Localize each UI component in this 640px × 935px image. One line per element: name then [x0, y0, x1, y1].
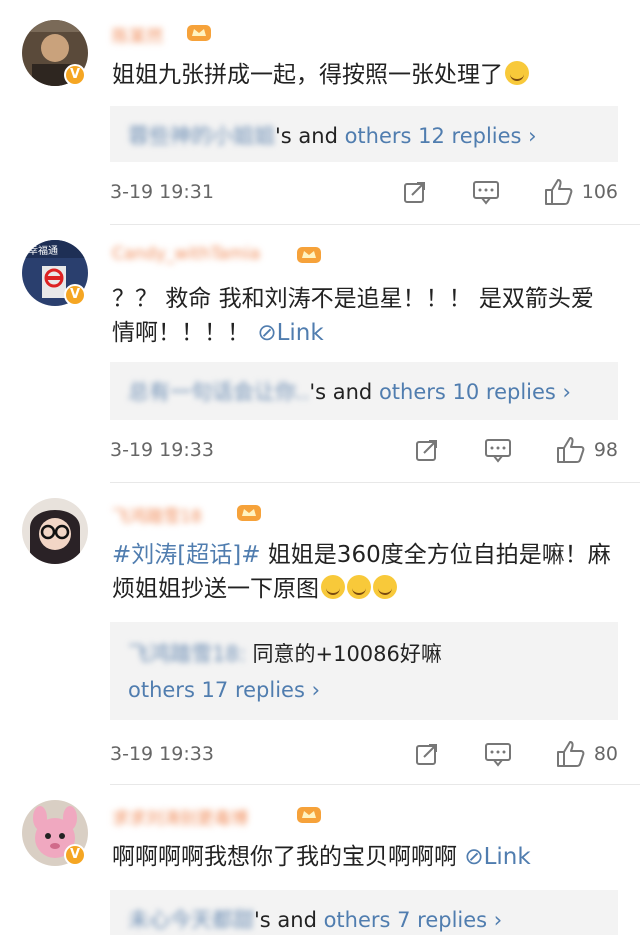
- username[interactable]: 飞鸿踏雪18: [112, 502, 202, 527]
- more-replies-link[interactable]: others 10 replies ›: [379, 380, 571, 404]
- reply-preview[interactable]: 飞鸿踏雪18: 同意的+10086好嘛 others 17 replies ›: [110, 622, 618, 720]
- repost-icon: [415, 744, 437, 765]
- timestamp: 3-19 19:33: [110, 743, 214, 765]
- link[interactable]: ⊘Link: [257, 320, 323, 346]
- reply-suffix: 's and: [309, 380, 379, 404]
- grinning-emoji-icon: [373, 575, 397, 599]
- thumbs-up-icon: [556, 741, 585, 767]
- verified-badge-icon: V: [64, 64, 86, 86]
- like-button[interactable]: 98: [556, 436, 618, 464]
- comment-icon: [484, 439, 511, 463]
- like-count: 98: [593, 439, 618, 461]
- divider: [110, 224, 640, 225]
- crown-icon: [297, 247, 321, 263]
- comment-button[interactable]: [472, 179, 500, 205]
- comment-text: 啊啊啊啊我想你了我的宝贝啊啊啊 ⊘Link: [112, 840, 616, 874]
- more-replies-link[interactable]: others 12 replies ›: [345, 124, 537, 148]
- comment-text: ？？ 救命 我和刘涛不是追星！！！ 是双箭头爱情啊！！！！ ⊘Link: [112, 282, 616, 350]
- svg-text:幸福通: 幸福通: [28, 244, 58, 257]
- grinning-emoji-icon: [347, 575, 371, 599]
- like-button[interactable]: 106: [544, 178, 618, 206]
- action-bar: 80: [414, 740, 618, 768]
- reply-text: 同意的+10086好嘛: [252, 642, 442, 666]
- reply-username[interactable]: 飞鸿踏雪18:: [128, 642, 246, 666]
- timestamp: 3-19 19:31: [110, 181, 214, 203]
- grinning-emoji-icon: [321, 575, 345, 599]
- reply-line: 飞鸿踏雪18: 同意的+10086好嘛: [128, 636, 618, 672]
- reply-preview[interactable]: 未心今天都甜's and others 7 replies ›: [110, 890, 618, 935]
- reply-username[interactable]: 蓉些神的小姐姐: [128, 124, 275, 148]
- repost-button[interactable]: [402, 179, 428, 205]
- crown-icon: [297, 807, 321, 823]
- thumbs-up-icon: [544, 179, 573, 205]
- repost-button[interactable]: [414, 437, 440, 463]
- username[interactable]: 求求刘涛别更毒博: [112, 804, 248, 829]
- crown-icon: [237, 505, 261, 521]
- username[interactable]: Candy_withTamia: [112, 244, 260, 264]
- topic-hashtag-link[interactable]: #刘涛[超话]#: [112, 542, 261, 568]
- reply-suffix: 's and: [254, 908, 324, 932]
- verified-badge-icon: V: [64, 844, 86, 866]
- like-button[interactable]: 80: [556, 740, 618, 768]
- repost-icon: [415, 440, 437, 461]
- laughing-emoji-icon: [505, 61, 529, 85]
- like-count: 80: [593, 743, 618, 765]
- comment-text-content: 啊啊啊啊我想你了我的宝贝啊啊啊: [112, 844, 457, 870]
- avatar[interactable]: [22, 498, 88, 564]
- comment-text: #刘涛[超话]# 姐姐是360度全方位自拍是嘛！麻烦姐姐抄送一下原图: [112, 538, 616, 606]
- more-replies-link[interactable]: others 7 replies ›: [324, 908, 503, 932]
- reply-preview[interactable]: 蓉些神的小姐姐's and others 12 replies ›: [110, 106, 618, 162]
- reply-username[interactable]: 总有一句话会让你..: [128, 380, 309, 404]
- reply-line: others 17 replies ›: [128, 672, 618, 708]
- reply-preview[interactable]: 总有一句话会让你..'s and others 10 replies ›: [110, 362, 618, 420]
- thumbs-up-icon: [556, 437, 585, 463]
- comment-text-content: 姐姐九张拼成一起，得按照一张处理了: [112, 62, 503, 88]
- comment-icon: [484, 743, 511, 767]
- comment-text: 姐姐九张拼成一起，得按照一张处理了: [112, 58, 616, 92]
- crown-icon: [187, 25, 211, 41]
- action-bar: 106: [402, 178, 618, 206]
- verified-badge-icon: V: [64, 284, 86, 306]
- repost-button[interactable]: [414, 741, 440, 767]
- reply-username[interactable]: 未心今天都甜: [128, 908, 254, 932]
- comment-button[interactable]: [484, 741, 512, 767]
- timestamp: 3-19 19:33: [110, 439, 214, 461]
- comment-icon: [472, 181, 499, 205]
- action-bar: 98: [414, 436, 618, 464]
- link[interactable]: ⊘Link: [464, 844, 530, 870]
- reply-suffix: 's and: [275, 124, 345, 148]
- more-replies-link[interactable]: others 17 replies ›: [128, 678, 320, 702]
- username[interactable]: 陈某然: [112, 22, 163, 47]
- comment-text-content: ？？ 救命 我和刘涛不是追星！！！ 是双箭头爱情啊！！！！: [112, 286, 594, 346]
- repost-icon: [403, 182, 425, 203]
- divider: [110, 784, 640, 785]
- comment-button[interactable]: [484, 437, 512, 463]
- divider: [110, 482, 640, 483]
- like-count: 106: [581, 181, 618, 203]
